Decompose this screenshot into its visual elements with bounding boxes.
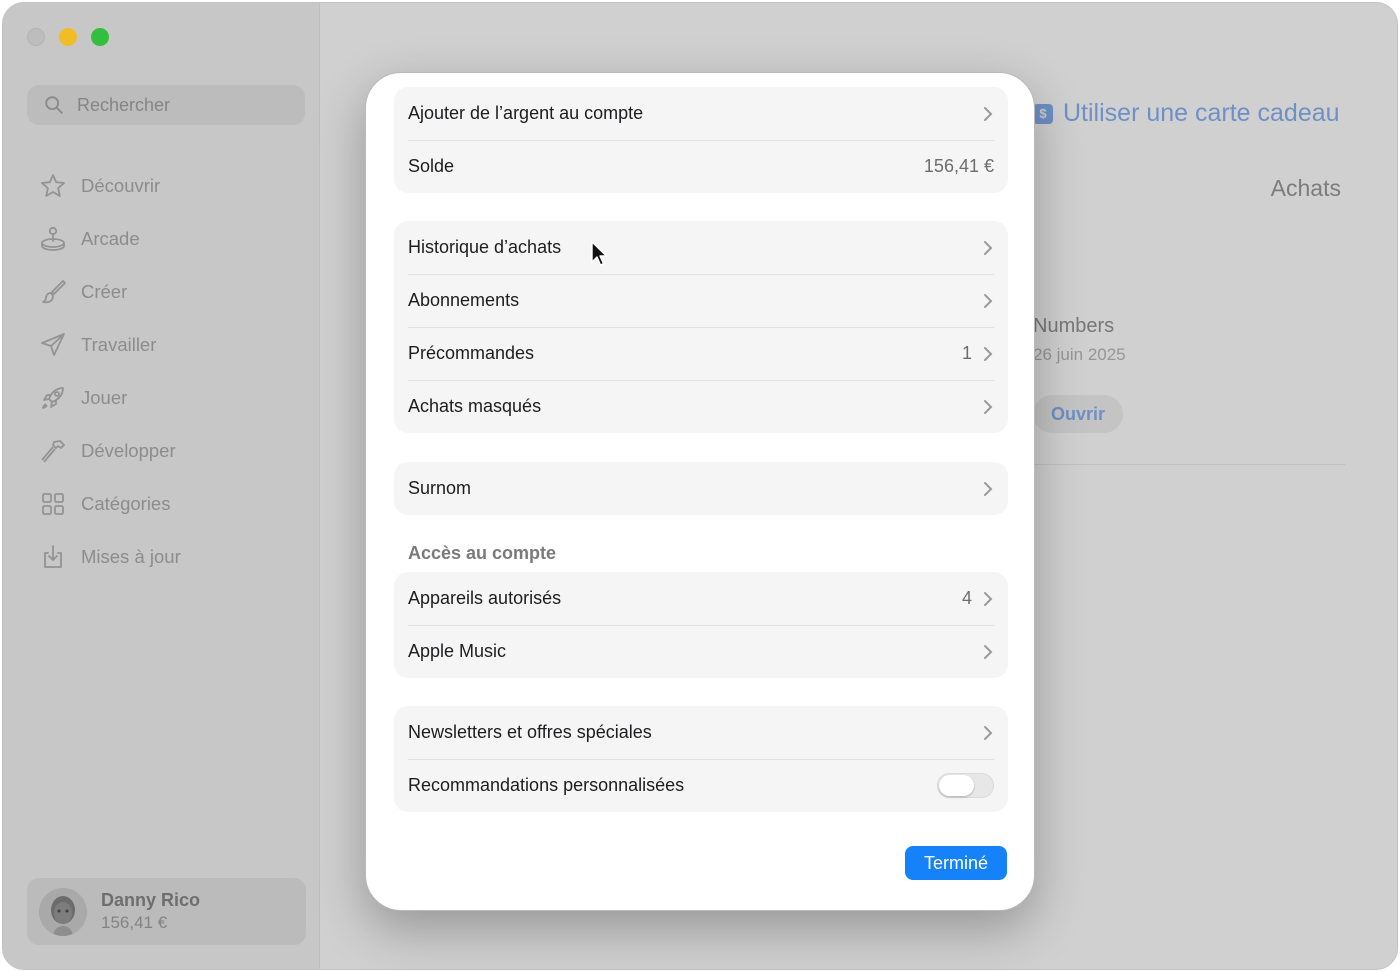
- account-balance: 156,41 €: [101, 913, 168, 932]
- account-button[interactable]: Danny Rico 156,41 €: [27, 878, 306, 945]
- brush-icon: [42, 279, 66, 303]
- chevron-right-icon: [984, 399, 993, 414]
- minimize-window-button[interactable]: [59, 28, 77, 46]
- purchases-title: Achats: [1270, 175, 1341, 201]
- nickname-row[interactable]: Surnom: [394, 462, 1008, 515]
- app-date: 26 juin 2025: [1033, 345, 1126, 364]
- chevron-right-icon: [984, 725, 993, 740]
- sidebar-item-create[interactable]: Créer: [39, 265, 181, 318]
- sidebar-item-label: Développer: [81, 439, 176, 461]
- rocket-icon: [42, 386, 64, 409]
- newsletters-row[interactable]: Newsletters et offres spéciales: [394, 706, 1008, 759]
- preorders-row[interactable]: Précommandes 1: [394, 327, 1008, 380]
- gift-card-link[interactable]: $ Utiliser une carte cadeau: [1033, 99, 1340, 128]
- subscriptions-row[interactable]: Abonnements: [394, 274, 1008, 327]
- sidebar-item-play[interactable]: Jouer: [39, 371, 181, 424]
- row-label: Recommandations personnalisées: [408, 775, 685, 795]
- authorized-devices-count: 4: [961, 588, 972, 608]
- gift-card-label: Utiliser une carte cadeau: [1063, 99, 1340, 127]
- row-label: Surnom: [408, 478, 472, 498]
- chevron-right-icon: [984, 591, 993, 606]
- row-label: Abonnements: [408, 290, 520, 310]
- open-app-button[interactable]: Ouvrir: [1033, 395, 1123, 433]
- sidebar-item-categories[interactable]: Catégories: [39, 477, 181, 530]
- window-controls: [27, 28, 109, 46]
- search-placeholder: Rechercher: [77, 94, 171, 115]
- download-icon: [44, 544, 62, 568]
- add-funds-row[interactable]: Ajouter de l’argent au compte: [394, 87, 1008, 140]
- row-label: Solde: [408, 156, 455, 176]
- preferences-group: Newsletters et offres spéciales Recomman…: [394, 706, 1008, 812]
- personalized-recommendations-row: Recommandations personnalisées: [394, 759, 1008, 812]
- sidebar-item-label: Mises à jour: [81, 545, 181, 567]
- avatar: [39, 887, 87, 936]
- chevron-right-icon: [984, 346, 993, 361]
- sidebar-item-label: Travailler: [81, 333, 157, 355]
- sidebar-nav: Découvrir Arcade Créer Travailler Jouer …: [39, 159, 181, 583]
- purchase-history-row[interactable]: Historique d’achats: [394, 221, 1008, 274]
- row-label: Apple Music: [408, 641, 507, 661]
- sidebar-item-updates[interactable]: Mises à jour: [39, 530, 181, 583]
- paperplane-icon: [41, 332, 65, 356]
- chevron-right-icon: [984, 481, 993, 496]
- account-access-group: Appareils autorisés 4 Apple Music: [394, 572, 1008, 678]
- sidebar: Rechercher Découvrir Arcade Créer Travai…: [3, 3, 320, 969]
- authorized-devices-row[interactable]: Appareils autorisés 4: [394, 572, 1008, 625]
- chevron-right-icon: [984, 293, 993, 308]
- row-label: Appareils autorisés: [408, 588, 562, 608]
- sidebar-item-label: Jouer: [81, 386, 128, 408]
- close-window-button[interactable]: [27, 28, 45, 46]
- row-label: Précommandes: [408, 343, 535, 363]
- sidebar-item-label: Découvrir: [81, 174, 161, 196]
- chevron-right-icon: [984, 644, 993, 659]
- joystick-icon: [41, 226, 65, 251]
- hidden-purchases-row[interactable]: Achats masqués: [394, 380, 1008, 433]
- purchases-group: Historique d’achats Abonnements Précomma…: [394, 221, 1008, 433]
- preorders-count: 1: [961, 343, 972, 363]
- row-label: Historique d’achats: [408, 237, 562, 257]
- balance-row: Solde 156,41 €: [394, 140, 1008, 193]
- account-access-heading: Accès au compte: [408, 543, 557, 563]
- sidebar-item-label: Créer: [81, 280, 128, 302]
- done-button[interactable]: Terminé: [905, 846, 1007, 880]
- chevron-right-icon: [984, 106, 993, 121]
- personalized-recommendations-toggle[interactable]: [937, 773, 994, 798]
- sidebar-item-label: Catégories: [81, 492, 171, 514]
- maximize-window-button[interactable]: [91, 28, 109, 46]
- mouse-cursor-icon: [591, 241, 608, 266]
- balance-value: 156,41 €: [923, 156, 994, 176]
- sidebar-item-develop[interactable]: Développer: [39, 424, 181, 477]
- sidebar-item-work[interactable]: Travailler: [39, 318, 181, 371]
- hammer-icon: [41, 439, 65, 463]
- gift-card-icon: $: [1033, 103, 1053, 124]
- app-name: Numbers: [1033, 315, 1115, 337]
- search-field[interactable]: Rechercher: [27, 85, 305, 125]
- account-name: Danny Rico: [101, 890, 201, 910]
- sidebar-item-label: Arcade: [81, 227, 140, 249]
- row-label: Achats masqués: [408, 396, 542, 416]
- balance-group: Ajouter de l’argent au compte Solde 156,…: [394, 87, 1008, 193]
- row-label: Ajouter de l’argent au compte: [408, 103, 644, 123]
- row-label: Newsletters et offres spéciales: [408, 722, 652, 742]
- chevron-right-icon: [984, 240, 993, 255]
- apple-music-row[interactable]: Apple Music: [394, 625, 1008, 678]
- sidebar-item-arcade[interactable]: Arcade: [39, 212, 181, 265]
- account-settings-sheet: Ajouter de l’argent au compte Solde 156,…: [365, 72, 1035, 911]
- nickname-group: Surnom: [394, 462, 1008, 515]
- memoji-icon: [39, 887, 87, 936]
- grid-icon: [42, 492, 64, 515]
- search-icon: [45, 96, 63, 114]
- sidebar-item-discover[interactable]: Découvrir: [39, 159, 181, 212]
- star-icon: [41, 173, 65, 197]
- divider: [1033, 464, 1345, 465]
